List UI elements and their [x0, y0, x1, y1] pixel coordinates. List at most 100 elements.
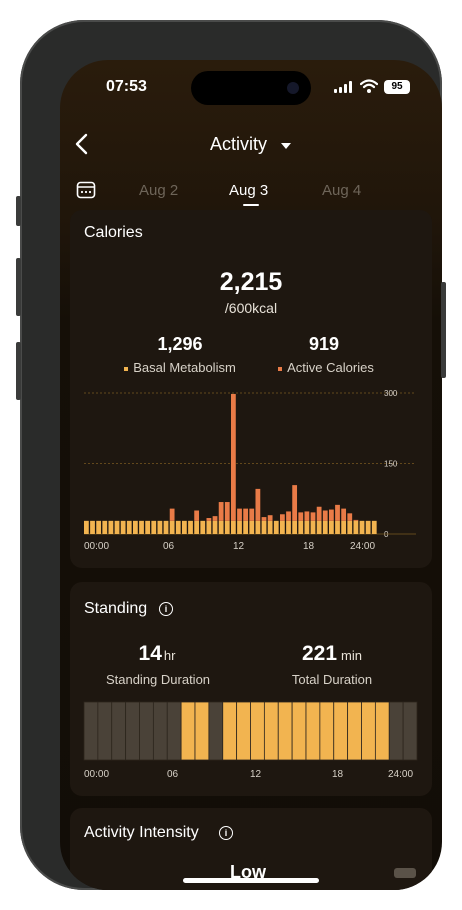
- y-tick-label: 150: [384, 460, 398, 469]
- basal-bar: [298, 520, 304, 534]
- basal-bar: [114, 520, 120, 534]
- basal-bar: [169, 520, 175, 534]
- power-button: [441, 282, 446, 378]
- basal-bar: [231, 520, 236, 534]
- active-bar: [224, 502, 230, 521]
- basal-bar: [273, 520, 279, 534]
- active-bar: [329, 509, 334, 521]
- basal-bar: [243, 520, 249, 534]
- x-tick-label: 06: [163, 541, 175, 552]
- x-tick-label: 06: [167, 769, 179, 780]
- basal-bar: [218, 520, 224, 534]
- basal-bar: [163, 520, 169, 534]
- tab-aug-2[interactable]: Aug 2: [139, 182, 178, 199]
- basal-bar: [353, 520, 359, 534]
- status-time: 07:53: [106, 78, 147, 95]
- active-bar: [255, 488, 261, 521]
- active-tab-indicator: [243, 204, 259, 206]
- basal-bar: [120, 520, 126, 534]
- basal-bar: [292, 520, 298, 534]
- volume-down-button: [16, 342, 21, 400]
- intensity-indicator: [394, 868, 416, 878]
- standing-hour-block: [388, 701, 404, 761]
- standing-card[interactable]: Standing i 14 hr Standing Duration 221 min…: [70, 582, 432, 796]
- standing-chart: 00:00 06 12 18 24:00: [83, 701, 418, 780]
- standing-hour-block: [208, 701, 224, 761]
- basal-bar: [175, 520, 181, 534]
- home-indicator[interactable]: [183, 878, 319, 883]
- calendar-icon[interactable]: [76, 180, 96, 200]
- calories-chart: 300 150 0 00:00 06 12 18 24:00: [84, 389, 416, 552]
- intensity-title: Activity Intensity: [84, 824, 199, 841]
- active-bar: [194, 510, 200, 521]
- basal-bar: [182, 520, 187, 534]
- basal-bar: [133, 520, 138, 534]
- basal-bar: [359, 520, 365, 534]
- standing-hour-block: [263, 701, 279, 761]
- basal-bar: [139, 520, 144, 534]
- basal-bar: [212, 520, 218, 534]
- basal-bar: [322, 520, 328, 534]
- standing-hour-block: [319, 701, 335, 761]
- standing-hour-block: [83, 701, 99, 761]
- basal-bar: [84, 520, 89, 534]
- basal-bar: [329, 520, 334, 534]
- basal-bar: [145, 520, 151, 534]
- volume-up-button: [16, 258, 21, 316]
- active-bar: [237, 508, 242, 521]
- basal-bar: [102, 520, 108, 534]
- standing-hour-block: [291, 701, 307, 761]
- basal-bar: [206, 520, 212, 534]
- active-bar: [310, 512, 316, 521]
- basal-bar: [267, 520, 273, 534]
- active-bar: [335, 504, 340, 521]
- page-title[interactable]: Activity: [210, 134, 267, 155]
- active-bar: [316, 506, 322, 521]
- tab-aug-4[interactable]: Aug 4: [322, 182, 361, 199]
- signal-icon: [334, 81, 354, 93]
- active-bar: [218, 502, 224, 521]
- basal-bar: [255, 520, 261, 534]
- standing-hour-block: [402, 701, 418, 761]
- basal-bar: [224, 520, 230, 534]
- standing-hour-block: [180, 701, 196, 761]
- standing-hour-block: [374, 701, 390, 761]
- active-bar: [261, 517, 267, 521]
- action-button: [16, 196, 21, 226]
- standing-hour-block: [250, 701, 265, 761]
- basal-bar: [280, 520, 285, 534]
- active-bar: [280, 514, 285, 521]
- info-icon[interactable]: i: [219, 826, 233, 840]
- basal-bar: [237, 520, 242, 534]
- x-tick-label: 00:00: [84, 541, 109, 552]
- basal-bar: [365, 520, 371, 534]
- active-bar: [353, 519, 359, 521]
- standing-hour-block: [139, 701, 154, 761]
- phone-frame: 07:53 95 Activity Aug 2 Aug 3 Aug 4 Calo…: [16, 20, 446, 890]
- active-bar: [304, 511, 310, 521]
- active-bar: [169, 508, 175, 521]
- basal-bar: [96, 520, 102, 534]
- basal-bar: [157, 520, 163, 534]
- standing-hour-block: [347, 701, 362, 761]
- basal-bar: [249, 520, 255, 534]
- active-bar: [212, 516, 218, 521]
- basal-bar: [335, 520, 340, 534]
- camera-icon: [287, 82, 299, 94]
- active-bar: [322, 510, 328, 521]
- caret-down-icon[interactable]: [281, 143, 291, 149]
- standing-hour-block: [152, 701, 168, 761]
- active-bar: [292, 485, 298, 521]
- x-tick-label: 00:00: [84, 769, 109, 780]
- battery-indicator: 95: [384, 80, 410, 94]
- active-bar: [267, 515, 273, 521]
- basal-bar: [188, 520, 193, 534]
- standing-hour-block: [333, 701, 349, 761]
- basal-bar: [304, 520, 310, 534]
- calories-card[interactable]: Calories 2,215 /600kcal 1,296 Basal Meta…: [70, 210, 432, 568]
- basal-bar: [347, 520, 353, 534]
- standing-hour-block: [277, 701, 293, 761]
- tab-aug-3[interactable]: Aug 3: [229, 182, 268, 199]
- back-icon[interactable]: [72, 132, 92, 156]
- x-tick-label: 18: [303, 541, 315, 552]
